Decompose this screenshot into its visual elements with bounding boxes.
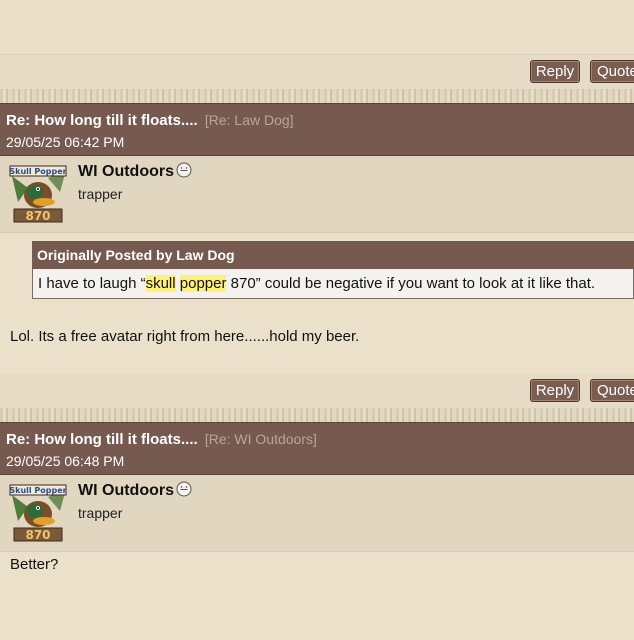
post-date: 29/05/25 06:48 PM — [6, 453, 125, 469]
post-actions: Reply Quote — [0, 55, 634, 89]
user-info: Skull Popper 870 WI Outdoors trapper — [0, 156, 634, 233]
user-rank: trapper — [78, 186, 123, 202]
reply-button[interactable]: Reply — [530, 379, 580, 402]
post-title-link[interactable]: Re: How long till it floats.... — [6, 112, 198, 129]
avatar-number: 870 — [25, 528, 50, 542]
avatar[interactable]: Skull Popper 870 — [8, 162, 70, 224]
quote-highlight-popper: popper — [179, 275, 227, 292]
post-header: Re: How long till it floats.... [Re: WI … — [0, 422, 634, 475]
post-separator — [0, 89, 634, 103]
post-separator — [0, 408, 634, 422]
post-date: 29/05/25 06:42 PM — [6, 134, 125, 150]
post-title-link[interactable]: Re: How long till it floats.... — [6, 431, 198, 448]
quote-button[interactable]: Quote — [590, 379, 634, 402]
user-info: Skull Popper 870 WI Outdoors trapper — [0, 475, 634, 552]
post-title: Re: How long till it floats.... [Re: Law… — [6, 112, 294, 129]
post-reply-to[interactable]: [Re: WI Outdoors] — [205, 431, 317, 447]
quote-body: I have to laugh “skull popper 870” could… — [32, 269, 634, 299]
user-rank: trapper — [78, 505, 123, 521]
post-message: Lol. Its a free avatar right from here..… — [10, 328, 360, 345]
online-status-icon — [176, 481, 192, 497]
quote-text-end: 870” could be negative if you want to lo… — [226, 275, 596, 292]
username[interactable]: WI Outdoors — [78, 163, 174, 181]
quote-text-start: I have to laugh “ — [38, 275, 146, 292]
avatar-number: 870 — [25, 209, 50, 223]
post-actions: Reply Quote — [0, 374, 634, 408]
quote-header: Originally Posted by Law Dog — [32, 241, 634, 269]
quote-highlight-skull: skull — [145, 275, 176, 292]
post-title: Re: How long till it floats.... [Re: WI … — [6, 431, 317, 448]
post-reply-to[interactable]: [Re: Law Dog] — [205, 112, 294, 128]
username[interactable]: WI Outdoors — [78, 482, 174, 500]
avatar-caption: Skull Popper — [9, 486, 66, 495]
reply-button[interactable]: Reply — [530, 60, 580, 83]
post-message: Better? — [10, 556, 59, 573]
avatar[interactable]: Skull Popper 870 — [8, 481, 70, 543]
quote-button[interactable]: Quote — [590, 60, 634, 83]
post-header: Re: How long till it floats.... [Re: Law… — [0, 103, 634, 156]
previous-post-body — [0, 0, 634, 55]
online-status-icon — [176, 162, 192, 178]
avatar-caption: Skull Popper — [9, 167, 66, 176]
